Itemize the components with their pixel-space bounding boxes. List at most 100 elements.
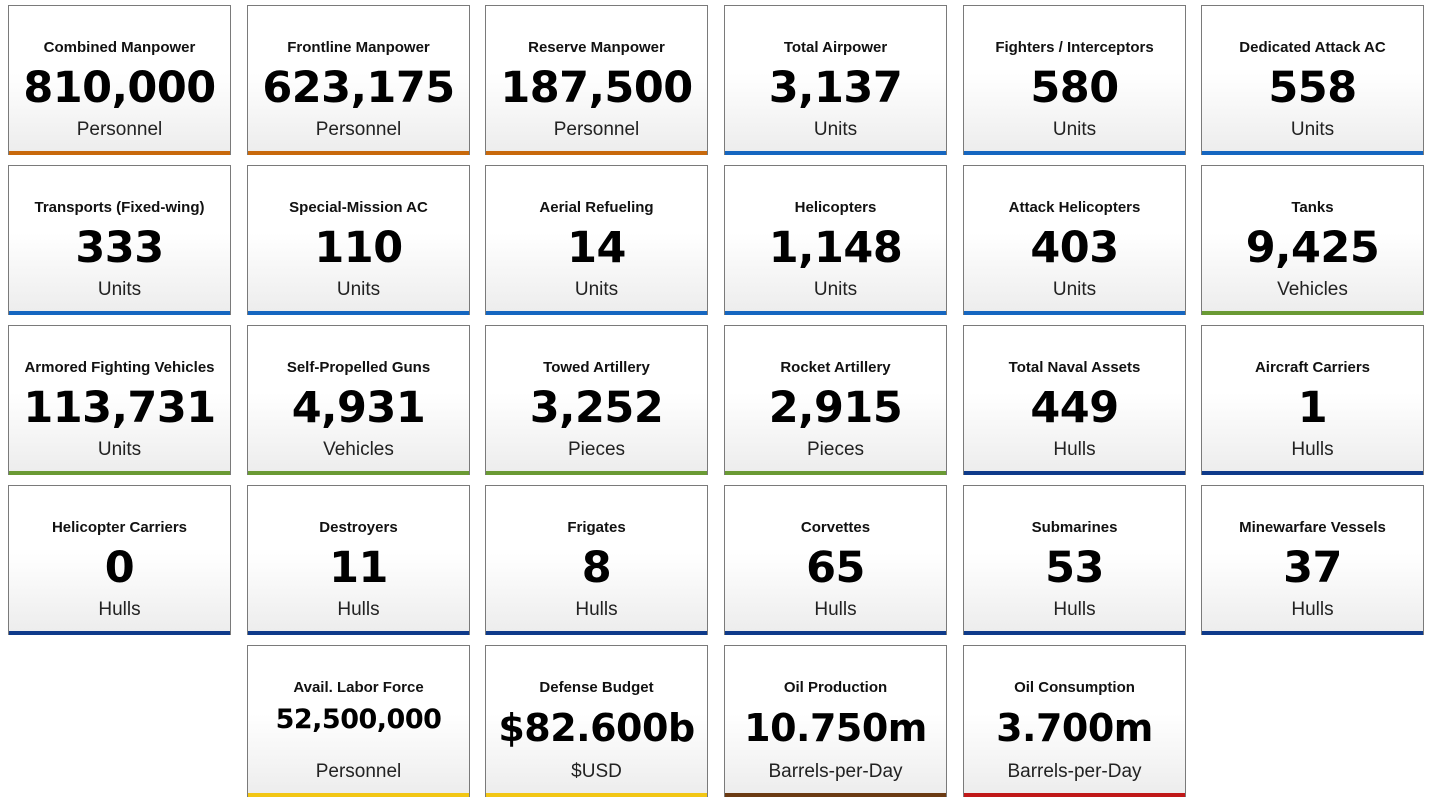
stat-card-self-propelled-guns: Self-Propelled Guns 4,931 Vehicles xyxy=(247,325,470,475)
stat-card-armored-fighting-vehicles: Armored Fighting Vehicles 113,731 Units xyxy=(8,325,231,475)
category-color-bar xyxy=(248,631,469,635)
stat-title: Self-Propelled Guns xyxy=(286,359,431,376)
stats-row: Helicopter Carriers 0 Hulls Destroyers 11 Hul… xyxy=(8,485,1428,645)
stat-value: 3,252 xyxy=(529,383,664,433)
category-color-bar xyxy=(964,793,1185,797)
stat-unit: Personnel xyxy=(315,119,402,140)
stat-value: 0 xyxy=(104,543,135,593)
category-color-bar xyxy=(9,631,230,635)
stats-row: Transports (Fixed-wing) 333 Units Special-M… xyxy=(8,165,1428,325)
stat-title: Submarines xyxy=(1031,519,1118,536)
stat-value: 623,175 xyxy=(262,63,455,113)
stat-value: 333 xyxy=(75,223,164,273)
stat-card-destroyers: Destroyers 11 Hulls xyxy=(247,485,470,635)
stat-title: Minewarfare Vessels xyxy=(1239,519,1386,536)
stat-title: Aerial Refueling xyxy=(539,199,654,216)
stat-title: Fighters / Interceptors xyxy=(995,39,1154,56)
stat-value: 14 xyxy=(567,223,626,273)
stat-value: 113,731 xyxy=(23,383,216,433)
stat-card-frigates: Frigates 8 Hulls xyxy=(485,485,708,635)
stat-title: Combined Manpower xyxy=(43,39,196,56)
stat-card-combined-manpower: Combined Manpower 810,000 Personnel xyxy=(8,5,231,155)
stat-unit: Units xyxy=(1290,119,1335,140)
stat-title: Corvettes xyxy=(800,519,871,536)
stat-unit: Hulls xyxy=(1053,599,1096,620)
stats-row-resources: Avail. Labor Force 52,500,000 Personnel Def… xyxy=(8,645,1428,805)
category-color-bar xyxy=(725,311,946,315)
category-color-bar xyxy=(964,151,1185,155)
stat-unit: Personnel xyxy=(76,119,163,140)
stat-title: Destroyers xyxy=(319,519,398,536)
stat-card-oil-production: Oil Production 10.750m Barrels-per-Day xyxy=(724,645,947,797)
stat-value: 11 xyxy=(329,543,388,593)
category-color-bar xyxy=(1202,631,1423,635)
stat-card-minewarfare-vessels: Minewarfare Vessels 37 Hulls xyxy=(1201,485,1424,635)
stat-card-corvettes: Corvettes 65 Hulls xyxy=(724,485,947,635)
stat-unit: Hulls xyxy=(575,599,618,620)
stat-value: 1,148 xyxy=(768,223,903,273)
stat-value: 52,500,000 xyxy=(275,704,442,735)
category-color-bar xyxy=(248,793,469,797)
stat-card-defense-budget: Defense Budget $82.600b $USD xyxy=(485,645,708,797)
stat-card-reserve-manpower: Reserve Manpower 187,500 Personnel xyxy=(485,5,708,155)
stat-card-attack-helicopters: Attack Helicopters 403 Units xyxy=(963,165,1186,315)
stat-title: Avail. Labor Force xyxy=(293,679,424,696)
stat-value: 53 xyxy=(1045,543,1104,593)
stat-title: Reserve Manpower xyxy=(528,39,665,56)
category-color-bar xyxy=(9,311,230,315)
stat-value: 449 xyxy=(1030,383,1119,433)
stat-unit: Units xyxy=(574,279,619,300)
stat-title: Attack Helicopters xyxy=(1008,199,1141,216)
stat-title: Transports (Fixed-wing) xyxy=(34,199,205,216)
stats-row: Combined Manpower 810,000 Personnel Frontli… xyxy=(8,5,1428,165)
category-color-bar xyxy=(964,311,1185,315)
stats-row: Armored Fighting Vehicles 113,731 Units Sel… xyxy=(8,325,1428,485)
stat-card-rocket-artillery: Rocket Artillery 2,915 Pieces xyxy=(724,325,947,475)
stat-value: 4,931 xyxy=(291,383,426,433)
category-color-bar xyxy=(486,311,707,315)
stat-title: Oil Consumption xyxy=(1014,679,1135,696)
category-color-bar xyxy=(486,471,707,475)
stat-unit: Vehicles xyxy=(1277,279,1348,300)
stat-unit: $USD xyxy=(571,761,622,782)
stat-unit: Units xyxy=(813,119,858,140)
stat-card-transports-fixed-wing: Transports (Fixed-wing) 333 Units xyxy=(8,165,231,315)
stat-unit: Pieces xyxy=(806,439,865,460)
stat-unit: Barrels-per-Day xyxy=(768,761,903,782)
stat-card-helicopter-carriers: Helicopter Carriers 0 Hulls xyxy=(8,485,231,635)
stat-unit: Units xyxy=(97,279,142,300)
stat-card-aircraft-carriers: Aircraft Carriers 1 Hulls xyxy=(1201,325,1424,475)
category-color-bar xyxy=(725,471,946,475)
stat-value: 9,425 xyxy=(1245,223,1380,273)
category-color-bar xyxy=(486,151,707,155)
category-color-bar xyxy=(248,471,469,475)
stat-value: 2,915 xyxy=(768,383,903,433)
stat-value: 8 xyxy=(581,543,612,593)
category-color-bar xyxy=(964,631,1185,635)
stats-grid: Combined Manpower 810,000 Personnel Frontli… xyxy=(8,5,1428,805)
stat-value: 65 xyxy=(806,543,865,593)
stat-unit: Pieces xyxy=(567,439,626,460)
stat-value: 10.750m xyxy=(744,706,927,750)
stat-card-avail-labor-force: Avail. Labor Force 52,500,000 Personnel xyxy=(247,645,470,797)
stat-value: 37 xyxy=(1283,543,1342,593)
stat-unit: Vehicles xyxy=(323,439,394,460)
category-color-bar xyxy=(248,151,469,155)
stat-unit: Hulls xyxy=(337,599,380,620)
stat-value: $82.600b xyxy=(498,706,695,750)
stat-value: 3,137 xyxy=(768,63,903,113)
stat-value: 110 xyxy=(314,223,403,273)
stat-value: 810,000 xyxy=(23,63,216,113)
category-color-bar xyxy=(486,631,707,635)
stat-card-submarines: Submarines 53 Hulls xyxy=(963,485,1186,635)
stat-value: 403 xyxy=(1030,223,1119,273)
category-color-bar xyxy=(725,151,946,155)
stat-unit: Units xyxy=(1052,279,1097,300)
category-color-bar xyxy=(248,311,469,315)
category-color-bar xyxy=(1202,471,1423,475)
stat-card-towed-artillery: Towed Artillery 3,252 Pieces xyxy=(485,325,708,475)
stat-unit: Units xyxy=(1052,119,1097,140)
stat-unit: Personnel xyxy=(315,761,402,782)
stat-value: 558 xyxy=(1268,63,1357,113)
stat-card-total-airpower: Total Airpower 3,137 Units xyxy=(724,5,947,155)
